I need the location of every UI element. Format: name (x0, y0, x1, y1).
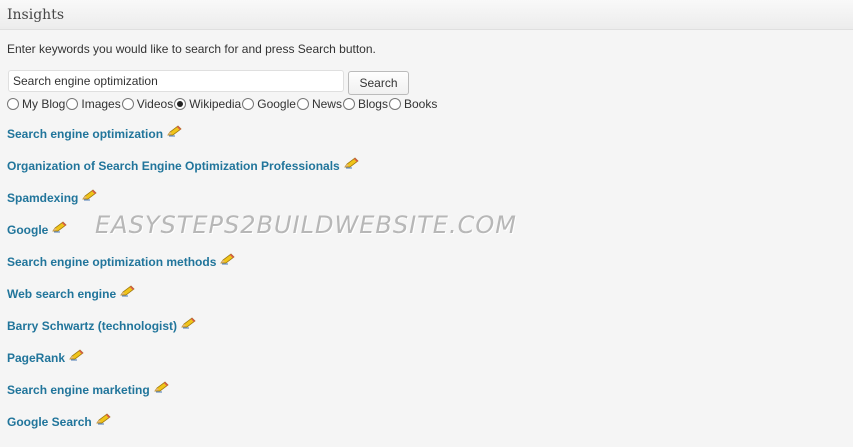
radio-button[interactable] (342, 98, 355, 110)
panel-title: Insights (7, 7, 64, 23)
radio-label: Blogs (357, 97, 388, 111)
result-link[interactable]: Web search engine (7, 287, 116, 301)
radio-label: Images (81, 97, 121, 111)
result-link[interactable]: Spamdexing (7, 191, 78, 205)
insert-pencil-icon[interactable] (343, 157, 359, 169)
result-item: PageRank (7, 349, 853, 383)
source-option-images[interactable]: Images (66, 97, 121, 111)
radio-button[interactable] (388, 98, 401, 110)
result-link[interactable]: Barry Schwartz (technologist) (7, 319, 177, 333)
result-link[interactable]: Organization of Search Engine Optimizati… (7, 159, 340, 173)
radio-button[interactable] (121, 98, 134, 110)
search-button[interactable]: Search (348, 71, 409, 95)
results-list: Search engine optimization Organization o… (7, 125, 853, 447)
radio-button[interactable] (296, 98, 309, 110)
radio-label: Videos (136, 97, 174, 111)
result-item: Barry Schwartz (technologist) (7, 317, 853, 351)
result-link[interactable]: PageRank (7, 351, 65, 365)
result-item: Search engine optimization (7, 125, 853, 159)
panel-header: Insights (0, 0, 853, 30)
radio-button[interactable] (242, 98, 255, 110)
result-link[interactable]: Google Search (7, 415, 92, 429)
search-input[interactable] (8, 70, 344, 92)
result-item: Organization of Search Engine Optimizati… (7, 157, 853, 191)
insert-pencil-icon[interactable] (220, 253, 235, 265)
result-item: Search engine marketing (7, 381, 853, 415)
instructions-text: Enter keywords you would like to search … (7, 42, 376, 56)
source-option-wikipedia[interactable]: Wikipedia (174, 97, 241, 111)
source-radio-group: My Blog Images Videos Wikipedia Google News Bl… (7, 96, 853, 112)
source-option-my-blog[interactable]: My Blog (7, 97, 65, 111)
insert-pencil-icon[interactable] (69, 349, 84, 361)
insert-pencil-icon[interactable] (120, 285, 135, 297)
radio-button[interactable] (7, 98, 19, 110)
radio-label: My Blog (22, 97, 66, 111)
result-item: Search engine optimization methods (7, 253, 853, 287)
insert-pencil-icon[interactable] (95, 413, 111, 425)
source-option-books[interactable]: Books (388, 97, 438, 111)
insert-pencil-icon[interactable] (82, 189, 97, 201)
insert-pencil-icon[interactable] (167, 125, 182, 137)
radio-button[interactable] (66, 98, 79, 110)
result-link[interactable]: Google (7, 223, 48, 237)
source-option-blogs[interactable]: Blogs (342, 97, 388, 111)
source-option-google[interactable]: Google (242, 97, 296, 111)
radio-label: Books (403, 97, 438, 111)
result-item: Web search engine (7, 285, 853, 319)
result-item: Google Search (7, 413, 853, 447)
result-link[interactable]: Search engine marketing (7, 383, 150, 397)
insert-pencil-icon[interactable] (153, 381, 169, 393)
watermark: EASYSTEPS2BUILDWEBSITE.COM (95, 211, 517, 239)
radio-label: Google (257, 97, 296, 111)
insert-pencil-icon[interactable] (52, 221, 67, 233)
result-link[interactable]: Search engine optimization (7, 127, 163, 141)
insights-content: Enter keywords you would like to search … (0, 42, 853, 447)
source-option-news[interactable]: News (296, 97, 342, 111)
radio-label: Wikipedia (189, 97, 242, 111)
result-link[interactable]: Search engine optimization methods (7, 255, 216, 269)
search-row: Search (7, 70, 853, 95)
source-option-videos[interactable]: Videos (121, 97, 174, 111)
radio-label: News (311, 97, 342, 111)
radio-button[interactable] (174, 98, 187, 110)
insert-pencil-icon[interactable] (181, 317, 196, 329)
